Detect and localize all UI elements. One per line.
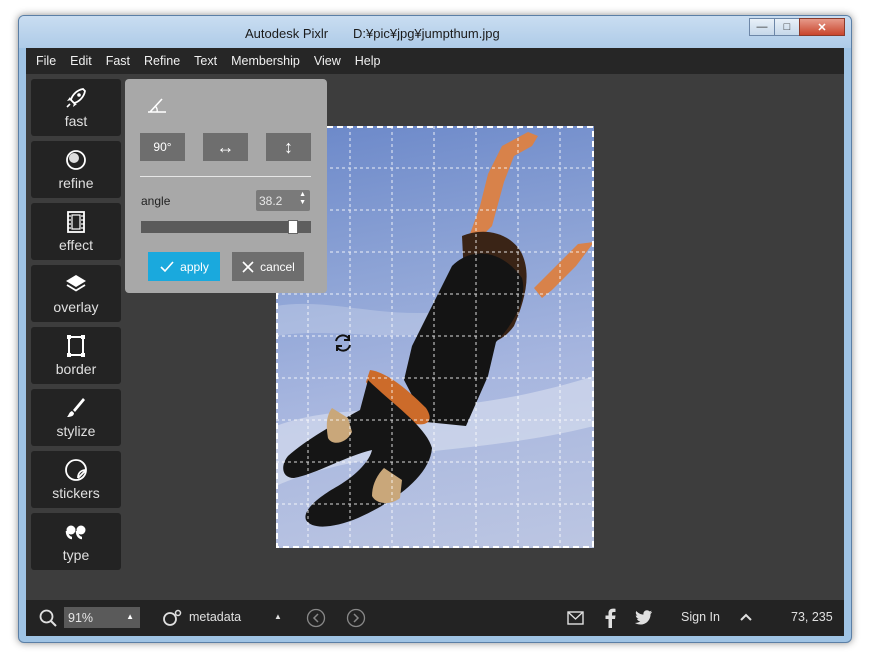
refine-icon [66, 150, 86, 170]
check-icon [160, 260, 174, 272]
facebook-icon[interactable] [604, 608, 616, 628]
chevron-up-icon[interactable] [739, 611, 753, 623]
metadata-toggle-icon[interactable]: ▲ [274, 612, 282, 621]
close-icon [242, 260, 254, 273]
menu-help[interactable]: Help [355, 54, 381, 68]
tool-fast[interactable]: fast [31, 79, 121, 136]
apply-button[interactable]: apply [148, 252, 220, 281]
maximize-button[interactable]: □ [774, 18, 800, 36]
zoom-value: 91% [68, 611, 94, 625]
apply-label: apply [180, 259, 209, 274]
menu-refine[interactable]: Refine [144, 54, 180, 68]
quote-icon [65, 525, 86, 540]
tool-type[interactable]: type [31, 513, 121, 570]
rotate-panel: 90° ↔ ↕ angle 38.2 ▲ ▼ apply cancel [125, 79, 327, 293]
flip-horizontal-button[interactable]: ↔ [203, 133, 248, 161]
menu-view[interactable]: View [314, 54, 341, 68]
tool-label: stickers [52, 485, 100, 501]
tool-border[interactable]: border [31, 327, 121, 384]
layers-icon [66, 275, 86, 292]
angle-slider-track[interactable] [141, 220, 311, 234]
tool-refine[interactable]: refine [31, 141, 121, 198]
flip-vertical-button[interactable]: ↕ [266, 133, 311, 161]
title-bar[interactable]: Autodesk Pixlr D:¥pic¥jpg¥jumpthum.jpg —… [19, 16, 851, 48]
angle-slider-fill [141, 221, 288, 233]
next-icon[interactable] [346, 608, 366, 628]
angle-stepper[interactable]: 38.2 ▲ ▼ [256, 190, 310, 211]
previous-icon[interactable] [306, 608, 326, 628]
menu-edit[interactable]: Edit [70, 54, 92, 68]
brush-icon [67, 398, 85, 417]
tool-label: stylize [56, 423, 96, 439]
cancel-button[interactable]: cancel [232, 252, 304, 281]
window-file-path: D:¥pic¥jpg¥jumpthum.jpg [353, 26, 500, 41]
menu-file[interactable]: File [36, 54, 56, 68]
window-controls: — □ ✕ [749, 18, 845, 36]
tool-stylize[interactable]: stylize [31, 389, 121, 446]
zoom-select[interactable]: 91% ▲ [64, 607, 140, 628]
tool-label: type [62, 547, 90, 563]
tool-stickers[interactable]: stickers [31, 451, 121, 508]
rotate-cursor-icon[interactable] [332, 332, 354, 354]
film-icon [67, 211, 85, 233]
menu-bar: File Edit Fast Refine Text Membership Vi… [26, 48, 844, 74]
stepper-arrows-icon[interactable]: ▲ ▼ [299, 191, 306, 207]
metadata-icon [163, 609, 182, 626]
tool-overlay[interactable]: overlay [31, 265, 121, 322]
close-button[interactable]: ✕ [799, 18, 845, 36]
sticker-icon [65, 459, 87, 481]
cancel-label: cancel [260, 259, 295, 274]
tool-label: overlay [53, 299, 99, 315]
app-window: Autodesk Pixlr D:¥pic¥jpg¥jumpthum.jpg —… [18, 15, 852, 643]
chevron-up-icon: ▲ [126, 612, 134, 621]
tool-label: refine [58, 175, 94, 191]
tool-sidebar: fast refine effect overlay border styliz… [31, 79, 121, 575]
menu-text[interactable]: Text [194, 54, 217, 68]
zoom-icon[interactable] [39, 609, 57, 627]
tool-label: border [55, 361, 97, 377]
rotate-90-button[interactable]: 90° [140, 133, 185, 161]
metadata-label[interactable]: metadata [189, 610, 241, 624]
email-icon[interactable] [567, 611, 584, 625]
cursor-coordinates: 73, 235 [791, 610, 833, 624]
angle-slider-thumb[interactable] [288, 220, 298, 234]
status-bar: 91% ▲ metadata ▲ Sign In 73, 235 [26, 600, 844, 636]
menu-fast[interactable]: Fast [106, 54, 130, 68]
tool-effect[interactable]: effect [31, 203, 121, 260]
pixlr-app: File Edit Fast Refine Text Membership Vi… [26, 48, 844, 636]
window-title: Autodesk Pixlr [245, 26, 329, 41]
menu-membership[interactable]: Membership [231, 54, 300, 68]
angle-label: angle [141, 194, 171, 208]
tool-label: fast [64, 113, 88, 129]
minimize-button[interactable]: — [749, 18, 775, 36]
rocket-icon [66, 88, 86, 108]
rotate-angle-icon [148, 98, 166, 113]
angle-value: 38.2 [259, 194, 283, 208]
panel-divider [140, 176, 311, 177]
tool-label: effect [59, 237, 93, 253]
twitter-icon[interactable] [635, 610, 653, 625]
sign-in-link[interactable]: Sign In [681, 610, 720, 624]
border-icon [67, 335, 85, 357]
